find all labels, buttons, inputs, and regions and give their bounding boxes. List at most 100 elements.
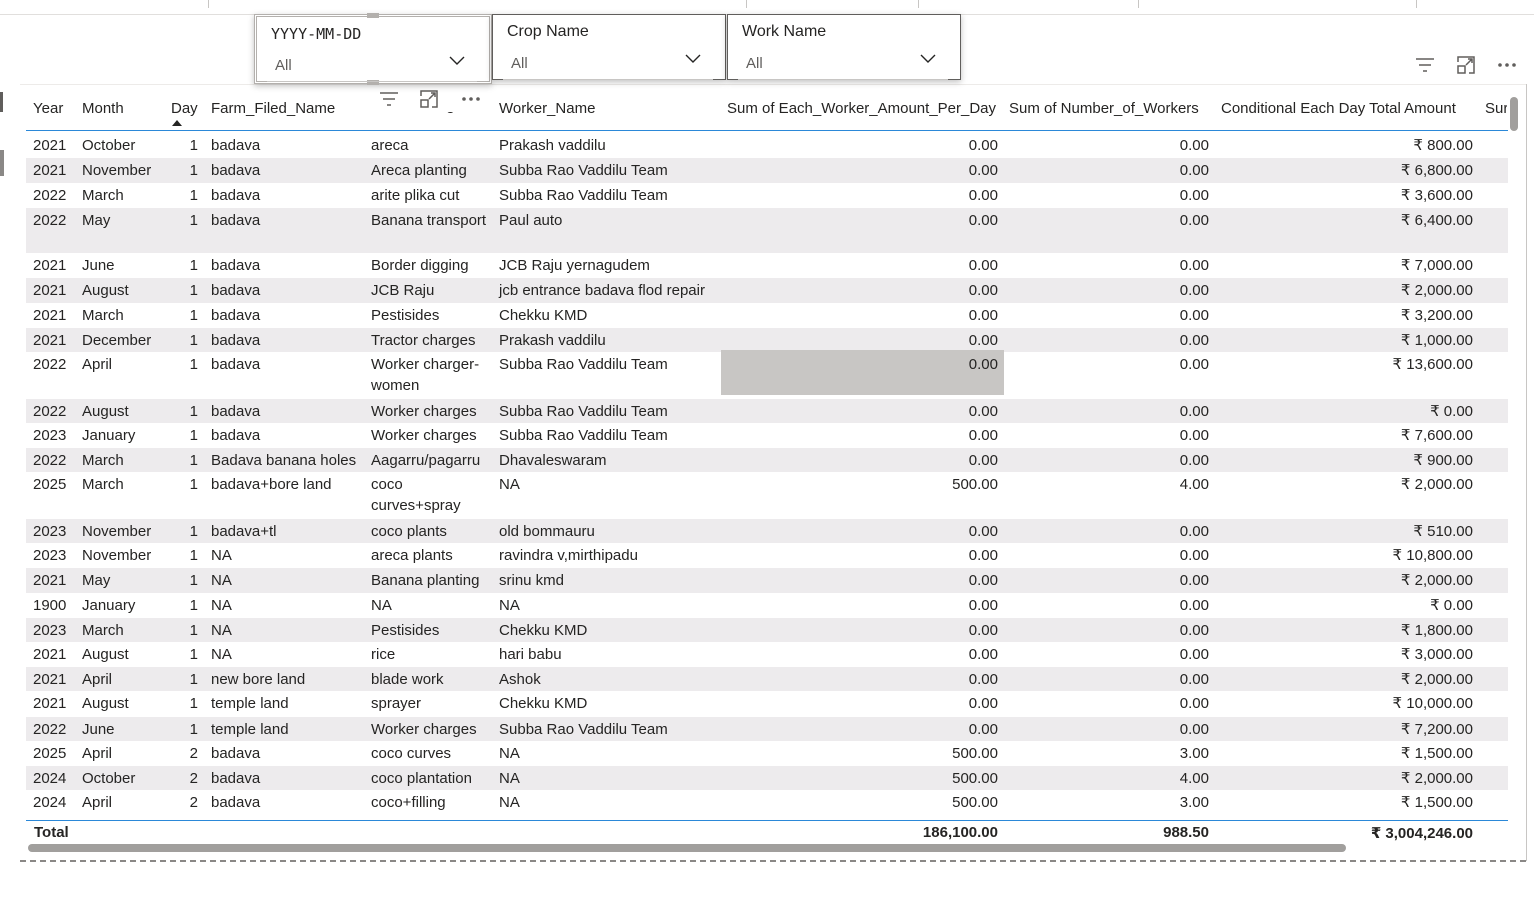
cell-month[interactable]: March (82, 450, 172, 471)
cell-farm-name[interactable]: badava (211, 305, 366, 326)
cell-day[interactable]: 1 (160, 595, 198, 616)
cell-worker-name[interactable]: Paul auto (499, 210, 719, 231)
cell-number-of-workers[interactable]: 0.00 (1010, 330, 1209, 351)
cell-amount-per-day[interactable]: 0.00 (760, 354, 998, 375)
cell-work-name[interactable]: areca (371, 135, 493, 156)
cell-farm-name[interactable]: temple land (211, 693, 366, 714)
cell-number-of-workers[interactable]: 0.00 (1010, 255, 1209, 276)
cell-month[interactable]: March (82, 185, 172, 206)
slicer-date[interactable]: YYYY-MM-DD All (254, 13, 492, 85)
slicer-dropdown[interactable]: All (738, 54, 948, 80)
cell-each-day-total[interactable]: ₹ 6,800.00 (1230, 160, 1473, 181)
cell-amount-per-day[interactable]: 0.00 (760, 425, 998, 446)
cell-amount-per-day[interactable]: 0.00 (760, 330, 998, 351)
cell-worker-name[interactable]: Prakash vaddilu (499, 330, 719, 351)
resize-handle[interactable] (367, 13, 379, 18)
cell-day[interactable]: 1 (160, 330, 198, 351)
cell-month[interactable]: January (82, 425, 172, 446)
cell-number-of-workers[interactable]: 0.00 (1010, 693, 1209, 714)
cell-year[interactable]: 2025 (33, 743, 73, 764)
cell-worker-name[interactable]: Subba Rao Vaddilu Team (499, 401, 719, 422)
cell-year[interactable]: 2023 (33, 620, 73, 641)
cell-work-name[interactable]: Banana transport (371, 210, 493, 231)
horizontal-scrollbar[interactable] (28, 844, 1346, 852)
filter-icon[interactable] (378, 88, 400, 110)
column-header-truncated[interactable]: Sur (1485, 100, 1507, 117)
cell-farm-name[interactable]: NA (211, 570, 366, 591)
cell-each-day-total[interactable]: ₹ 7,200.00 (1230, 719, 1473, 740)
cell-farm-name[interactable]: NA (211, 545, 366, 566)
cell-year[interactable]: 2025 (33, 474, 73, 495)
column-header-year[interactable]: Year (33, 100, 63, 117)
cell-work-name[interactable]: coco plantation (371, 768, 493, 789)
cell-day[interactable]: 1 (160, 620, 198, 641)
cell-farm-name[interactable]: badava (211, 210, 366, 231)
cell-year[interactable]: 2021 (33, 255, 73, 276)
cell-each-day-total[interactable]: ₹ 7,600.00 (1230, 425, 1473, 446)
cell-each-day-total[interactable]: ₹ 13,600.00 (1230, 354, 1473, 375)
cell-worker-name[interactable]: Ashok (499, 669, 719, 690)
cell-day[interactable]: 2 (160, 768, 198, 789)
cell-worker-name[interactable]: NA (499, 474, 719, 495)
cell-farm-name[interactable]: badava+bore land (211, 474, 366, 495)
cell-number-of-workers[interactable]: 3.00 (1010, 743, 1209, 764)
cell-work-name[interactable]: Tractor charges (371, 330, 493, 351)
cell-year[interactable]: 2022 (33, 185, 73, 206)
cell-day[interactable]: 1 (160, 185, 198, 206)
focus-mode-icon[interactable] (418, 88, 440, 110)
cell-amount-per-day[interactable]: 0.00 (760, 595, 998, 616)
cell-month[interactable]: August (82, 644, 172, 665)
cell-work-name[interactable]: Worker charger-women (371, 354, 493, 396)
cell-number-of-workers[interactable]: 0.00 (1010, 595, 1209, 616)
cell-amount-per-day[interactable]: 0.00 (760, 255, 998, 276)
cell-worker-name[interactable]: Subba Rao Vaddilu Team (499, 160, 719, 181)
cell-each-day-total[interactable]: ₹ 900.00 (1230, 450, 1473, 471)
cell-farm-name[interactable]: badava (211, 768, 366, 789)
cell-number-of-workers[interactable]: 0.00 (1010, 185, 1209, 206)
cell-each-day-total[interactable]: ₹ 1,500.00 (1230, 743, 1473, 764)
cell-year[interactable]: 2022 (33, 210, 73, 231)
cell-worker-name[interactable]: NA (499, 792, 719, 813)
column-header-month[interactable]: Month (82, 100, 124, 117)
cell-farm-name[interactable]: badava+tl (211, 521, 366, 542)
cell-worker-name[interactable]: Chekku KMD (499, 693, 719, 714)
cell-number-of-workers[interactable]: 0.00 (1010, 135, 1209, 156)
cell-day[interactable]: 1 (160, 450, 198, 471)
cell-month[interactable]: November (82, 521, 172, 542)
cell-amount-per-day[interactable]: 0.00 (760, 401, 998, 422)
cell-work-name[interactable]: Pestisides (371, 620, 493, 641)
cell-number-of-workers[interactable]: 0.00 (1010, 719, 1209, 740)
cell-work-name[interactable]: Banana planting (371, 570, 493, 591)
cell-work-name[interactable]: Pestisides (371, 305, 493, 326)
cell-year[interactable]: 2021 (33, 280, 73, 301)
column-header-day[interactable]: Day (171, 100, 198, 117)
cell-day[interactable]: 1 (160, 693, 198, 714)
cell-work-name[interactable]: sprayer (371, 693, 493, 714)
cell-year[interactable]: 2021 (33, 135, 73, 156)
cell-worker-name[interactable]: Subba Rao Vaddilu Team (499, 425, 719, 446)
cell-worker-name[interactable]: jcb entrance badava flod repair (499, 280, 719, 301)
cell-day[interactable]: 1 (160, 135, 198, 156)
cell-year[interactable]: 2022 (33, 354, 73, 375)
cell-amount-per-day[interactable]: 0.00 (760, 305, 998, 326)
cell-amount-per-day[interactable]: 0.00 (760, 719, 998, 740)
cell-worker-name[interactable]: ravindra v,mirthipadu (499, 545, 719, 566)
column-header-farm[interactable]: Farm_Filed_Name (211, 100, 335, 117)
cell-worker-name[interactable]: old bommauru (499, 521, 719, 542)
cell-work-name[interactable]: coco plants (371, 521, 493, 542)
cell-farm-name[interactable]: badava (211, 280, 366, 301)
cell-farm-name[interactable]: NA (211, 620, 366, 641)
cell-worker-name[interactable]: srinu kmd (499, 570, 719, 591)
cell-worker-name[interactable]: NA (499, 768, 719, 789)
cell-work-name[interactable]: arite plika cut (371, 185, 493, 206)
cell-month[interactable]: April (82, 792, 172, 813)
cell-work-name[interactable]: blade work (371, 669, 493, 690)
cell-work-name[interactable]: Border digging (371, 255, 493, 276)
cell-number-of-workers[interactable]: 0.00 (1010, 160, 1209, 181)
cell-worker-name[interactable]: Subba Rao Vaddilu Team (499, 354, 719, 375)
cell-farm-name[interactable]: new bore land (211, 669, 366, 690)
cell-worker-name[interactable]: NA (499, 595, 719, 616)
cell-day[interactable]: 1 (160, 669, 198, 690)
cell-each-day-total[interactable]: ₹ 0.00 (1230, 595, 1473, 616)
cell-year[interactable]: 2022 (33, 719, 73, 740)
